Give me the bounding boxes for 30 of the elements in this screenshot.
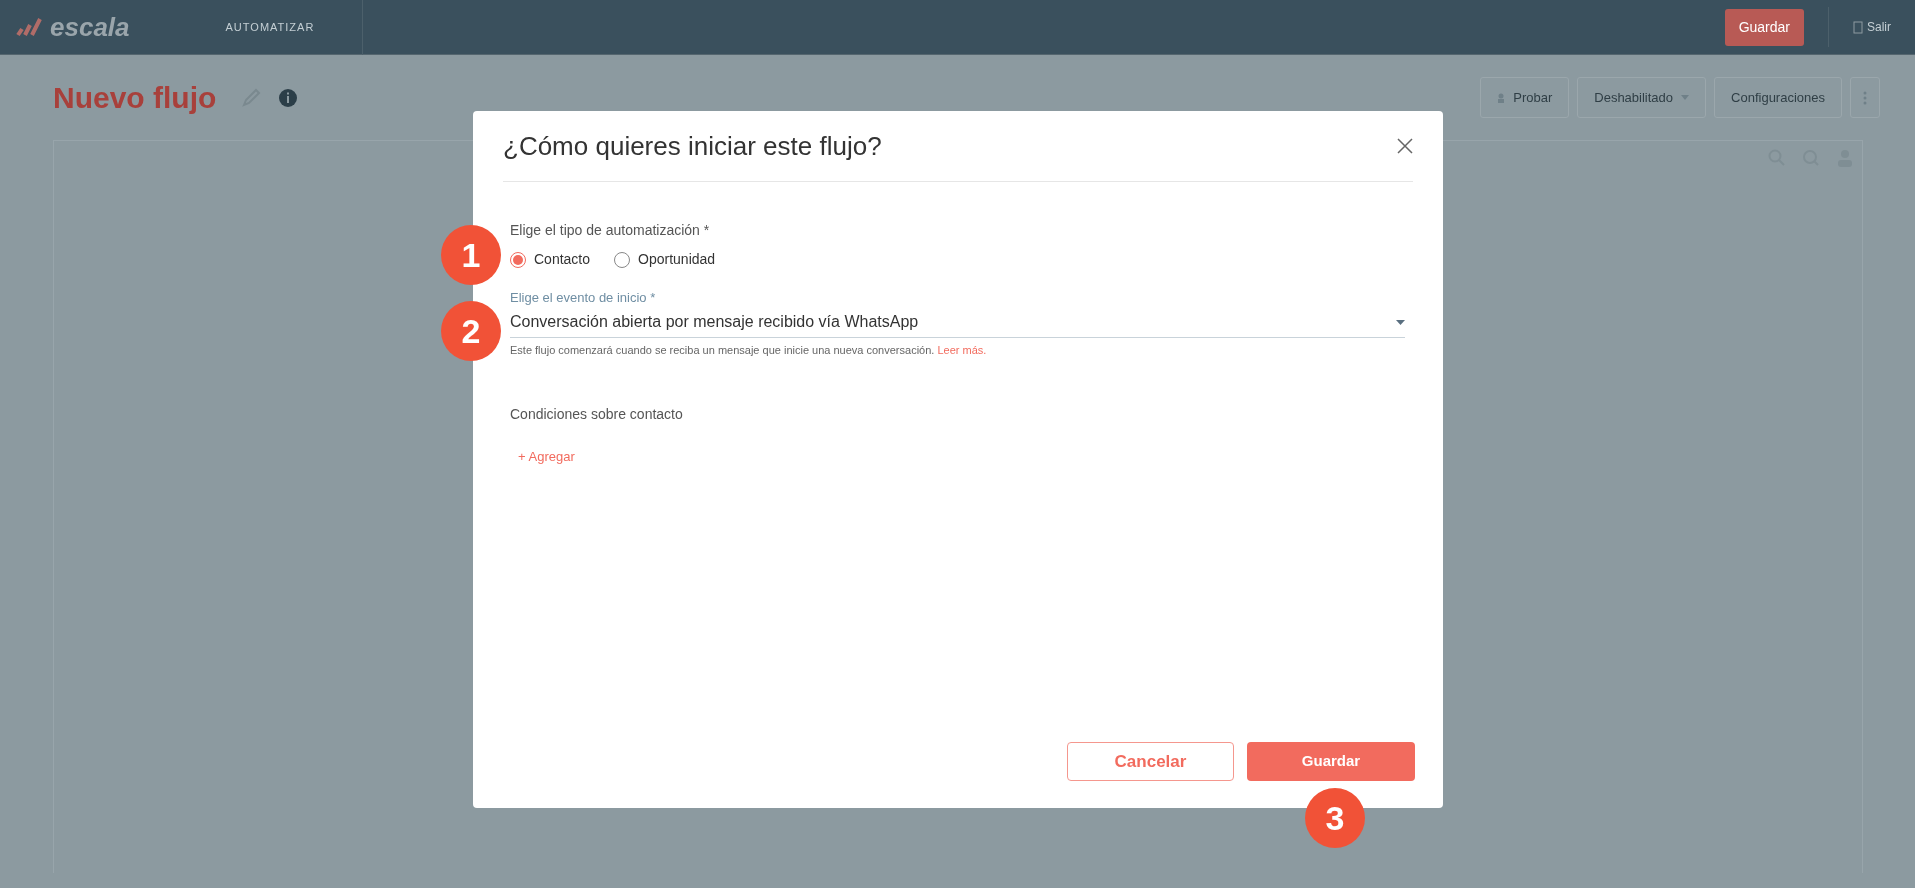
event-select[interactable]: Conversación abierta por mensaje recibido vía WhatsApp [510,307,1405,338]
header-button[interactable]: Configuraciones [1714,76,1842,119]
info-icon[interactable] [278,87,299,108]
help-text: Este flujo comenzará cuando se reciba un mensaje que inicie una nueva conversación. Leer más. [510,342,988,358]
exit-link[interactable]: Salir [1867,18,1891,36]
logo-text: escala [50,10,130,44]
radio-label: Contacto [534,250,591,269]
step-marker: 3 [1305,788,1365,848]
more-button[interactable] [1850,76,1880,119]
caret-icon [1681,95,1690,100]
radio-label: Oportunidad [638,250,716,269]
dialog-title: ¿Cómo quieres iniciar este flujo? [503,129,882,163]
save-button[interactable]: Guardar [1247,742,1415,781]
section-label: AUTOMATIZAR [225,19,315,35]
person-icon [1497,92,1506,103]
header-button[interactable]: Probar [1480,76,1570,119]
read-more-link[interactable]: Leer más. [937,343,987,356]
save-button[interactable]: Guardar [1724,8,1804,46]
section-label: Condiciones sobre contacto [510,405,684,424]
step-marker: 2 [441,301,501,361]
field-label: Elige el evento de inicio * [510,289,657,307]
door-icon [1853,20,1863,34]
caret-icon [1396,319,1405,325]
add-link[interactable]: + Agregar [518,447,575,467]
step-marker: 1 [441,225,501,285]
page-title: Nuevo flujo [53,80,217,116]
field-label: Elige el tipo de automatización * [510,221,711,240]
cancel-button[interactable]: Cancelar [1067,742,1234,781]
close-icon[interactable] [1397,138,1413,154]
header-button[interactable]: Deshabilitado [1577,76,1707,119]
